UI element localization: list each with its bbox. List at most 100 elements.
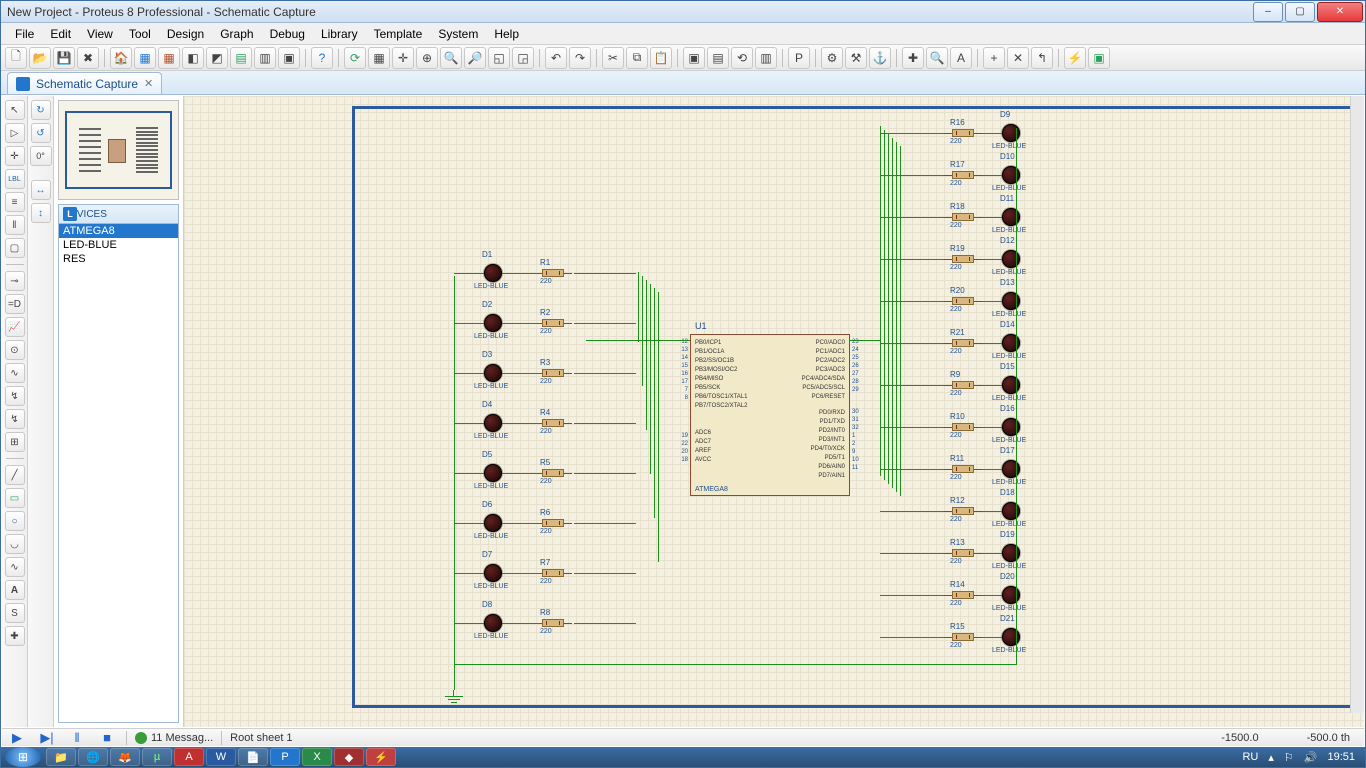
tb-erc-icon[interactable]: ⚡: [1064, 47, 1086, 69]
tb-3d-icon[interactable]: ◧: [182, 47, 204, 69]
led-D16[interactable]: D16LED-BLUE: [1002, 418, 1020, 436]
l-icon[interactable]: L: [63, 207, 77, 221]
box-2d-icon[interactable]: ▭: [5, 488, 25, 508]
task-libre-icon[interactable]: 📄: [238, 748, 268, 766]
play-icon[interactable]: ▶: [6, 730, 28, 746]
pin-mode-icon[interactable]: =D: [5, 294, 25, 314]
task-reader-icon[interactable]: A: [174, 748, 204, 766]
menu-debug[interactable]: Debug: [262, 24, 313, 44]
tb-pcb-icon[interactable]: ▦: [158, 47, 180, 69]
tb-blockcopy-icon[interactable]: ▣: [683, 47, 705, 69]
res-R11[interactable]: R11220: [944, 465, 982, 473]
tb-decompose-icon[interactable]: ⚓: [869, 47, 891, 69]
tb-undo-icon[interactable]: ↶: [545, 47, 567, 69]
res-R10[interactable]: R10220: [944, 423, 982, 431]
marker-2d-icon[interactable]: ✚: [5, 626, 25, 646]
led-D14[interactable]: D14LED-BLUE: [1002, 334, 1020, 352]
tape-mode-icon[interactable]: ⊙: [5, 340, 25, 360]
task-burner-icon[interactable]: ◆: [334, 748, 364, 766]
task-chrome-icon[interactable]: 🌐: [78, 748, 108, 766]
device-item[interactable]: LED-BLUE: [59, 238, 178, 252]
devices-list[interactable]: ATMEGA8 LED-BLUE RES: [58, 224, 179, 723]
tb-netlist-icon[interactable]: ▣: [1088, 47, 1110, 69]
scrollbar-vertical[interactable]: [1350, 96, 1364, 713]
circle-2d-icon[interactable]: ○: [5, 511, 25, 531]
tb-bom-icon[interactable]: ▤: [230, 47, 252, 69]
pause-icon[interactable]: ‖: [66, 730, 88, 746]
tb-center-icon[interactable]: ⊕: [416, 47, 438, 69]
menu-help[interactable]: Help: [486, 24, 527, 44]
res-R17[interactable]: R17220: [944, 171, 982, 179]
selection-mode-icon[interactable]: ↖: [5, 100, 25, 120]
res-R9[interactable]: R9220: [944, 381, 982, 389]
tb-paste-icon[interactable]: 📋: [650, 47, 672, 69]
bus-mode-icon[interactable]: ‖: [5, 215, 25, 235]
tb-origin-icon[interactable]: ✛: [392, 47, 414, 69]
tb-code-icon[interactable]: ▣: [278, 47, 300, 69]
tb-search-icon[interactable]: 🔍: [926, 47, 948, 69]
menu-view[interactable]: View: [79, 24, 121, 44]
start-button[interactable]: ⊞: [5, 747, 41, 767]
task-word-icon[interactable]: W: [206, 748, 236, 766]
res-R16[interactable]: R16220: [944, 129, 982, 137]
tb-help-icon[interactable]: ?: [311, 47, 333, 69]
menu-template[interactable]: Template: [366, 24, 431, 44]
tb-pick-icon[interactable]: P: [788, 47, 810, 69]
menu-file[interactable]: File: [7, 24, 42, 44]
tb-propasn-icon[interactable]: A: [950, 47, 972, 69]
res-R19[interactable]: R19220: [944, 255, 982, 263]
led-D11[interactable]: D11LED-BLUE: [1002, 208, 1020, 226]
symbol-2d-icon[interactable]: S: [5, 603, 25, 623]
tb-newsheet-icon[interactable]: +: [983, 47, 1005, 69]
res-R14[interactable]: R14220: [944, 591, 982, 599]
angle-display[interactable]: 0°: [30, 146, 52, 166]
tb-schematic-icon[interactable]: ▦: [134, 47, 156, 69]
task-explorer-icon[interactable]: 📁: [46, 748, 76, 766]
close-button[interactable]: ✕: [1317, 2, 1363, 22]
led-D9[interactable]: D9LED-BLUE: [1002, 124, 1020, 142]
tb-zoomarea-icon[interactable]: ◲: [512, 47, 534, 69]
res-R21[interactable]: R21220: [944, 339, 982, 347]
step-icon[interactable]: ▶|: [36, 730, 58, 746]
tb-close-icon[interactable]: ✖: [77, 47, 99, 69]
tb-save-icon[interactable]: 💾: [53, 47, 75, 69]
rotate-cw-icon[interactable]: ↻: [31, 100, 51, 120]
led-D21[interactable]: D21LED-BLUE: [1002, 628, 1020, 646]
maximize-button[interactable]: ▢: [1285, 2, 1315, 22]
led-D18[interactable]: D18LED-BLUE: [1002, 502, 1020, 520]
tb-new-icon[interactable]: 🗋: [5, 47, 27, 69]
res-R20[interactable]: R20220: [944, 297, 982, 305]
generator-mode-icon[interactable]: ∿: [5, 363, 25, 383]
lang-indicator[interactable]: RU: [1242, 751, 1258, 763]
rotate-ccw-icon[interactable]: ↺: [31, 123, 51, 143]
led-D5[interactable]: D5LED-BLUE: [484, 464, 502, 482]
tb-zoomout-icon[interactable]: 🔎: [464, 47, 486, 69]
tb-exitsheet-icon[interactable]: ↰: [1031, 47, 1053, 69]
tb-blockdel-icon[interactable]: ▥: [755, 47, 777, 69]
device-item[interactable]: RES: [59, 252, 178, 266]
menu-system[interactable]: System: [430, 24, 486, 44]
tab-schematic[interactable]: Schematic Capture ✕: [7, 72, 162, 94]
tb-blockmove-icon[interactable]: ▤: [707, 47, 729, 69]
minimize-button[interactable]: –: [1253, 2, 1283, 22]
tray-sound-icon[interactable]: 🔊: [1304, 751, 1318, 764]
tab-close-icon[interactable]: ✕: [144, 77, 153, 90]
led-D7[interactable]: D7LED-BLUE: [484, 564, 502, 582]
terminal-mode-icon[interactable]: ⊸: [5, 271, 25, 291]
tb-home-icon[interactable]: 🏠: [110, 47, 132, 69]
task-excel-icon[interactable]: X: [302, 748, 332, 766]
line-2d-icon[interactable]: ╱: [5, 465, 25, 485]
tb-redo-icon[interactable]: ↷: [569, 47, 591, 69]
led-D19[interactable]: D19LED-BLUE: [1002, 544, 1020, 562]
stop-icon[interactable]: ■: [96, 730, 118, 746]
subcircuit-mode-icon[interactable]: ▢: [5, 238, 25, 258]
led-D12[interactable]: D12LED-BLUE: [1002, 250, 1020, 268]
led-D15[interactable]: D15LED-BLUE: [1002, 376, 1020, 394]
task-proteus-icon[interactable]: P: [270, 748, 300, 766]
tb-package-icon[interactable]: ⚒: [845, 47, 867, 69]
schematic-canvas[interactable]: U1 ATMEGA8 PB0/ICP1PB1/OC1APB2/SS/OC1BPB…: [184, 96, 1364, 727]
led-D20[interactable]: D20LED-BLUE: [1002, 586, 1020, 604]
tb-grid-icon[interactable]: ▦: [368, 47, 390, 69]
path-2d-icon[interactable]: ∿: [5, 557, 25, 577]
wirelabel-mode-icon[interactable]: LBL: [5, 169, 25, 189]
